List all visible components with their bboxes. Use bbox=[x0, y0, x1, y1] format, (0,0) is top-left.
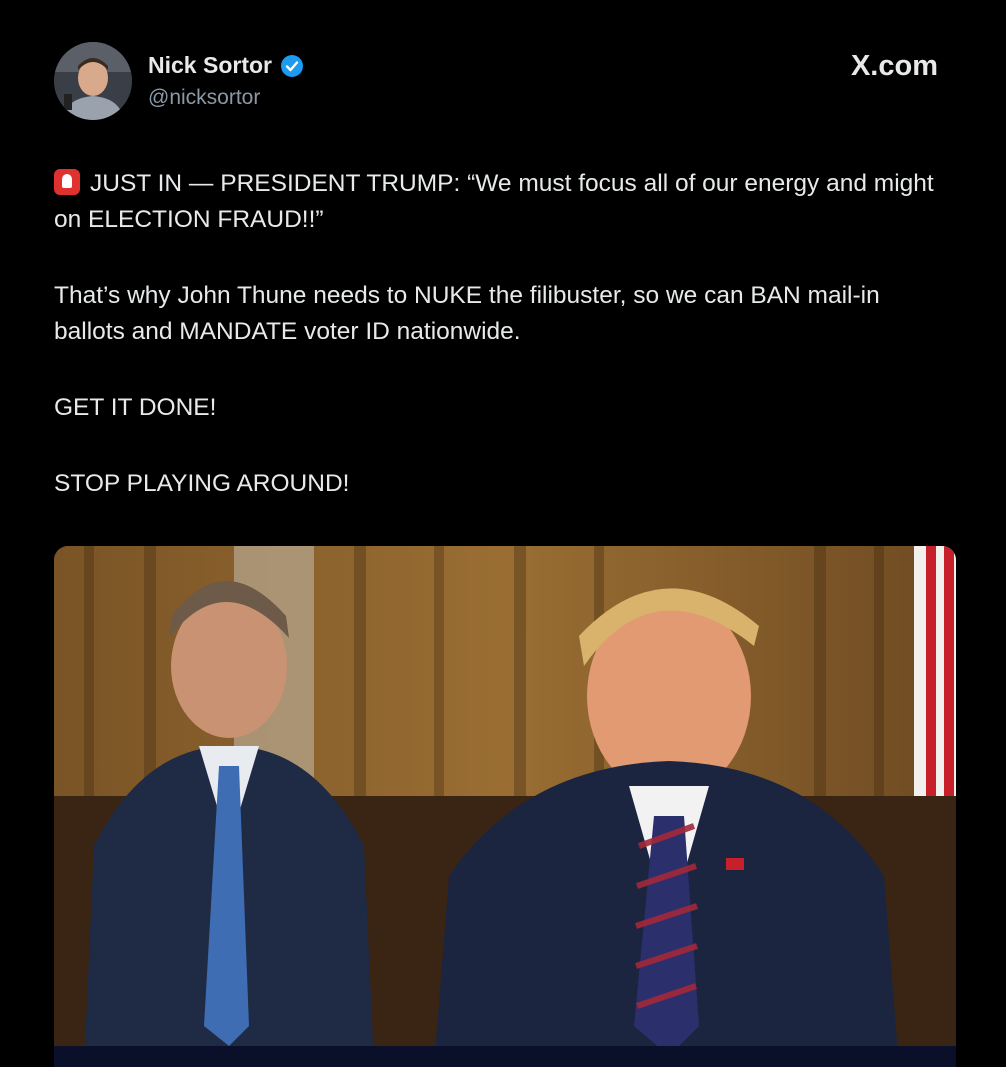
post-paragraph-4: STOP PLAYING AROUND! bbox=[54, 470, 350, 497]
author-handle[interactable]: @nicksortor bbox=[148, 86, 260, 110]
post-paragraph-3: GET IT DONE! bbox=[54, 394, 217, 421]
post-image[interactable] bbox=[54, 546, 956, 1067]
author-name-row: Nick Sortor bbox=[148, 52, 304, 79]
post-paragraph-1: JUST IN — PRESIDENT TRUMP: “We must focu… bbox=[54, 166, 934, 238]
author-avatar[interactable] bbox=[54, 42, 132, 120]
image-bottom-strip bbox=[54, 1046, 956, 1067]
post-line-1: JUST IN — PRESIDENT TRUMP: “We must focu… bbox=[54, 170, 934, 233]
author-name[interactable]: Nick Sortor bbox=[148, 52, 272, 79]
x-logo: X.com bbox=[850, 50, 938, 82]
avatar-image bbox=[54, 42, 132, 120]
post-paragraph-2: That’s why John Thune needs to NUKE the … bbox=[54, 282, 880, 345]
police-siren-icon bbox=[54, 169, 80, 195]
photo-illustration bbox=[54, 546, 956, 1067]
post-header: Nick Sortor @nicksortor X.com bbox=[54, 42, 938, 122]
post-text: JUST IN — PRESIDENT TRUMP: “We must focu… bbox=[54, 166, 934, 542]
verified-badge-icon bbox=[280, 54, 303, 77]
